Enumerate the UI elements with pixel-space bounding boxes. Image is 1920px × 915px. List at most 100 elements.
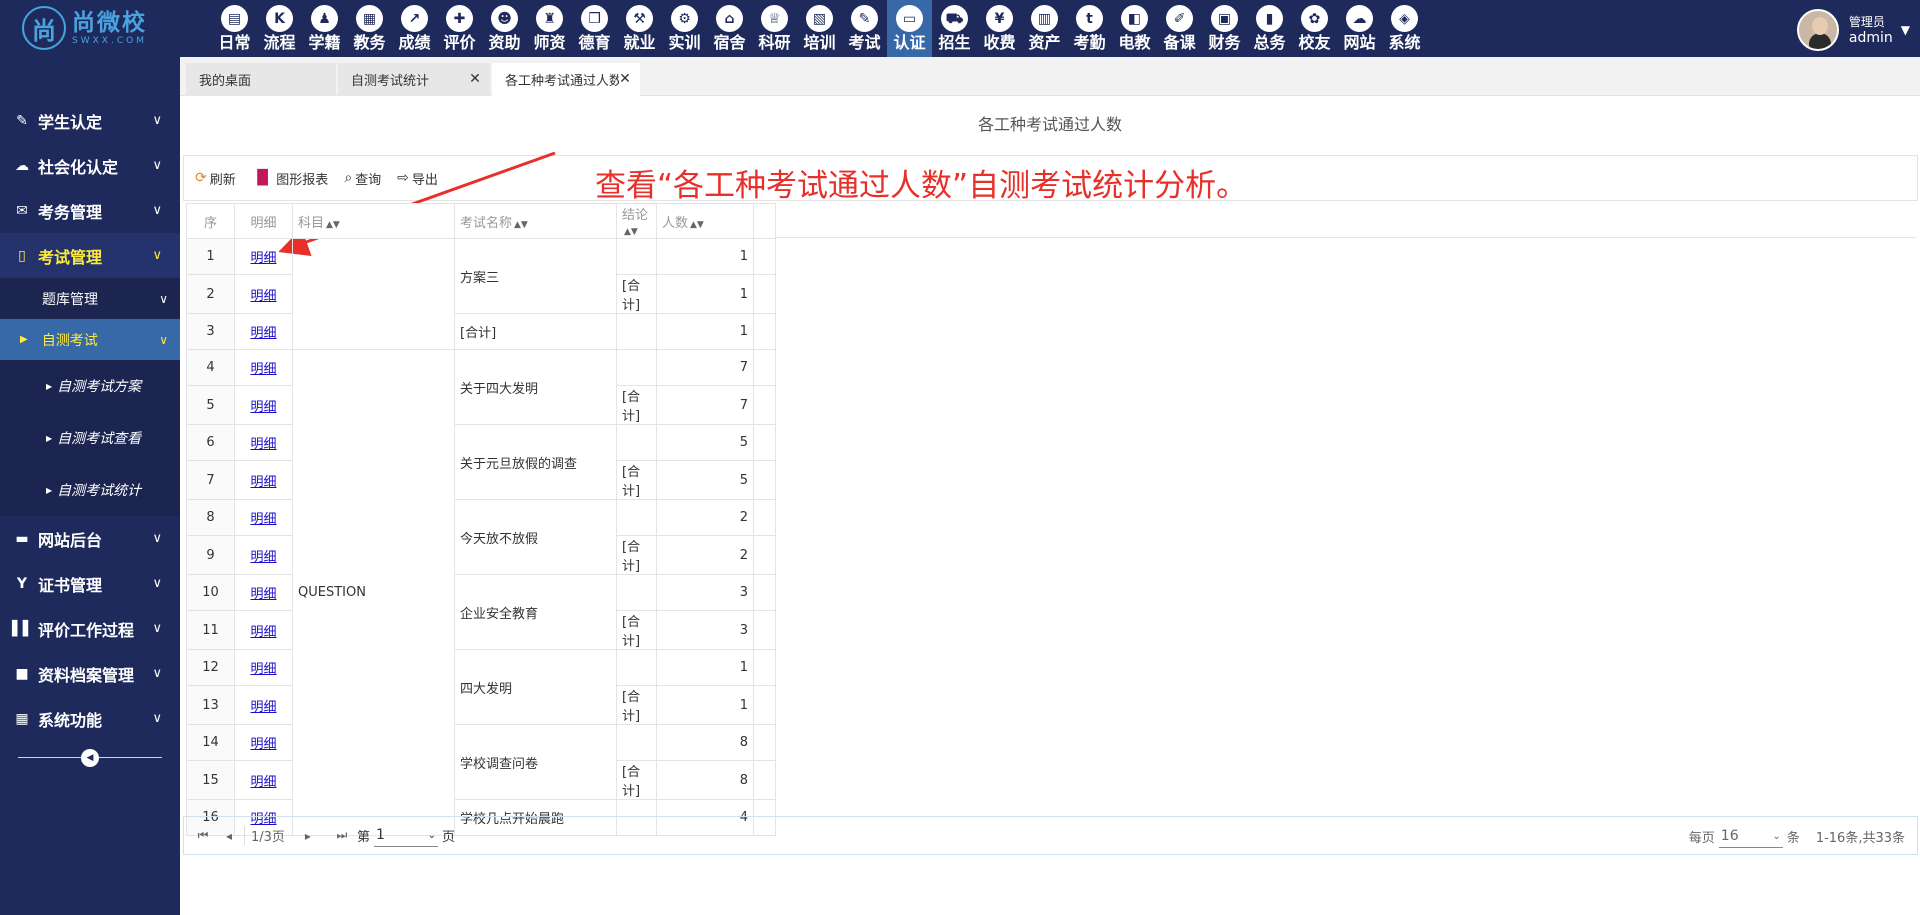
detail-link[interactable]: 明细	[250, 251, 276, 266]
sort-icon[interactable]: ▲▼	[690, 220, 704, 230]
nav-item[interactable]: K 流程	[257, 0, 302, 57]
detail-link[interactable]: 明细	[250, 587, 276, 602]
nav-item[interactable]: ✐ 备课	[1157, 0, 1202, 57]
detail-link[interactable]: 明细	[250, 550, 276, 565]
nav-icon: ♜	[536, 5, 563, 32]
col-result[interactable]: 结论 ▲▼	[616, 203, 657, 239]
nav-item[interactable]: ▥ 资产	[1022, 0, 1067, 57]
nav-item[interactable]: ▣ 财务	[1202, 0, 1247, 57]
close-icon[interactable]: ✕	[618, 72, 632, 86]
detail-link[interactable]: 明细	[250, 437, 276, 452]
nav-item[interactable]: ↗ 成绩	[392, 0, 437, 57]
tab-pass-count[interactable]: 各工种考试通过人数 ✕	[492, 63, 640, 96]
nav-item[interactable]: ▧ 培训	[797, 0, 842, 57]
page-select[interactable]: 1 ⌄	[373, 825, 438, 847]
last-page-icon[interactable]: ⏭	[335, 828, 349, 843]
sidebar-item-student-cert[interactable]: ✎ 学生认定 ∨	[0, 98, 180, 143]
logo-mark-icon: 尚	[22, 6, 66, 50]
chevron-down-icon: ∨	[152, 666, 162, 681]
prev-page-icon[interactable]: ◂	[222, 829, 236, 843]
nav-item[interactable]: ▦ 教务	[347, 0, 392, 57]
detail-link[interactable]: 明细	[250, 326, 276, 341]
detail-link[interactable]: 明细	[250, 475, 276, 490]
nav-icon: t	[1076, 5, 1103, 32]
col-exam[interactable]: 考试名称 ▲▼	[454, 203, 617, 239]
sidebar-item-archives[interactable]: ■ 资料档案管理 ∨	[0, 651, 180, 696]
chevron-down-icon: ∨	[152, 203, 162, 218]
nav-item[interactable]: ▭ 认证	[887, 0, 932, 57]
columns-icon: ▌▌	[12, 620, 34, 637]
table-row: 14 明细 学校调查问卷 8	[186, 724, 776, 800]
chevron-down-icon: ∨	[152, 576, 162, 591]
first-page-icon[interactable]: ⏮	[196, 828, 210, 843]
nav-item[interactable]: ◈ 系统	[1382, 0, 1427, 57]
avatar[interactable]	[1796, 9, 1839, 51]
nav-item[interactable]: ▤ 日常	[212, 0, 257, 57]
detail-link[interactable]: 明细	[250, 289, 276, 304]
col-count[interactable]: 人数 ▲▼	[656, 203, 754, 239]
sidebar-item-certificate[interactable]: Y 证书管理 ∨	[0, 561, 180, 606]
nav-item[interactable]: ✎ 考试	[842, 0, 887, 57]
logo[interactable]: 尚 尚微校 SWXX.COM	[22, 5, 168, 51]
tab-my-desktop[interactable]: 我的桌面	[186, 63, 336, 96]
detail-link[interactable]: 明细	[250, 775, 276, 790]
refresh-button[interactable]: ⟳ 刷新	[195, 169, 236, 188]
nav-item[interactable]: ▮ 总务	[1247, 0, 1292, 57]
nav-item[interactable]: t 考勤	[1067, 0, 1112, 57]
nav-item[interactable]: ⚙ 实训	[662, 0, 707, 57]
nav-item[interactable]: ☻ 资助	[482, 0, 527, 57]
nav-item[interactable]: ⌂ 宿舍	[707, 0, 752, 57]
nav-item[interactable]: ☁ 网站	[1337, 0, 1382, 57]
sidebar-item-evaluation-process[interactable]: ▌▌ 评价工作过程 ∨	[0, 606, 180, 651]
nav-icon: ◈	[1391, 5, 1418, 32]
detail-link[interactable]: 明细	[250, 662, 276, 677]
caret-down-icon[interactable]: ▼	[1901, 23, 1910, 37]
nav-item[interactable]: ❒ 德育	[572, 0, 617, 57]
nav-icon: ▤	[221, 5, 248, 32]
count-cell: 2	[656, 499, 754, 536]
nav-item[interactable]: ◧ 电教	[1112, 0, 1157, 57]
nav-icon: ▭	[896, 5, 923, 32]
nav-item[interactable]: ♟ 学籍	[302, 0, 347, 57]
record-range: 1-16条,共33条	[1815, 831, 1905, 846]
sidebar-leaf-self-test-stats[interactable]: ▶ 自测考试统计	[0, 464, 180, 516]
nav-label: 收费	[983, 33, 1016, 52]
nav-item[interactable]: ✿ 校友	[1292, 0, 1337, 57]
nav-item[interactable]: ♜ 师资	[527, 0, 572, 57]
sidebar-sub-question-bank[interactable]: 题库管理 ∨	[0, 278, 180, 319]
per-page-select[interactable]: 16 ⌄	[1718, 826, 1783, 848]
caret-left-icon[interactable]: ◀	[81, 749, 99, 767]
sort-icon[interactable]: ▲▼	[514, 220, 528, 230]
nav-label: 实训	[668, 33, 701, 52]
sidebar-item-website-admin[interactable]: ▬ 网站后台 ∨	[0, 516, 180, 561]
nav-item[interactable]: ✚ 评价	[437, 0, 482, 57]
sidebar-item-exam-management[interactable]: ▯ 考试管理 ∨	[0, 233, 180, 278]
nav-item[interactable]: ¥ 收费	[977, 0, 1022, 57]
tab-self-test-stats[interactable]: 自测考试统计 ✕	[338, 63, 490, 96]
detail-link[interactable]: 明细	[250, 737, 276, 752]
detail-link[interactable]: 明细	[250, 700, 276, 715]
close-icon[interactable]: ✕	[468, 72, 482, 86]
nav-item[interactable]: ⛟ 招生	[932, 0, 977, 57]
nav-item[interactable]: ♕ 科研	[752, 0, 797, 57]
sidebar-item-social-cert[interactable]: ☁ 社会化认定 ∨	[0, 143, 180, 188]
nav-item[interactable]: ⚒ 就业	[617, 0, 662, 57]
sidebar-leaf-self-test-view[interactable]: ▶ 自测考试查看	[0, 412, 180, 464]
detail-link[interactable]: 明细	[250, 625, 276, 640]
sidebar-collapse-toggle[interactable]: ◀	[18, 749, 162, 767]
sidebar-item-exam-affairs[interactable]: ✉ 考务管理 ∨	[0, 188, 180, 233]
user-menu[interactable]: 管理员 admin ▼	[1796, 8, 1910, 52]
subject-cell: QUESTION	[292, 349, 455, 836]
sidebar-sub-self-test[interactable]: ▶ 自测考试 ∨	[0, 319, 180, 360]
detail-link[interactable]: 明细	[250, 512, 276, 527]
detail-link[interactable]: 明细	[250, 400, 276, 415]
sidebar-item-system-functions[interactable]: ▦ 系统功能 ∨	[0, 696, 180, 741]
sort-icon[interactable]: ▲▼	[624, 227, 638, 237]
square-icon: ■	[15, 665, 29, 682]
col-subject[interactable]: 科目 ▲▼	[292, 203, 455, 239]
sort-icon[interactable]: ▲▼	[326, 220, 340, 230]
detail-link[interactable]: 明细	[250, 362, 276, 377]
sidebar-leaf-self-test-plan[interactable]: ▶ 自测考试方案	[0, 360, 180, 412]
chevron-down-icon: ⌄	[1772, 830, 1781, 842]
next-page-icon[interactable]: ▸	[301, 829, 315, 843]
